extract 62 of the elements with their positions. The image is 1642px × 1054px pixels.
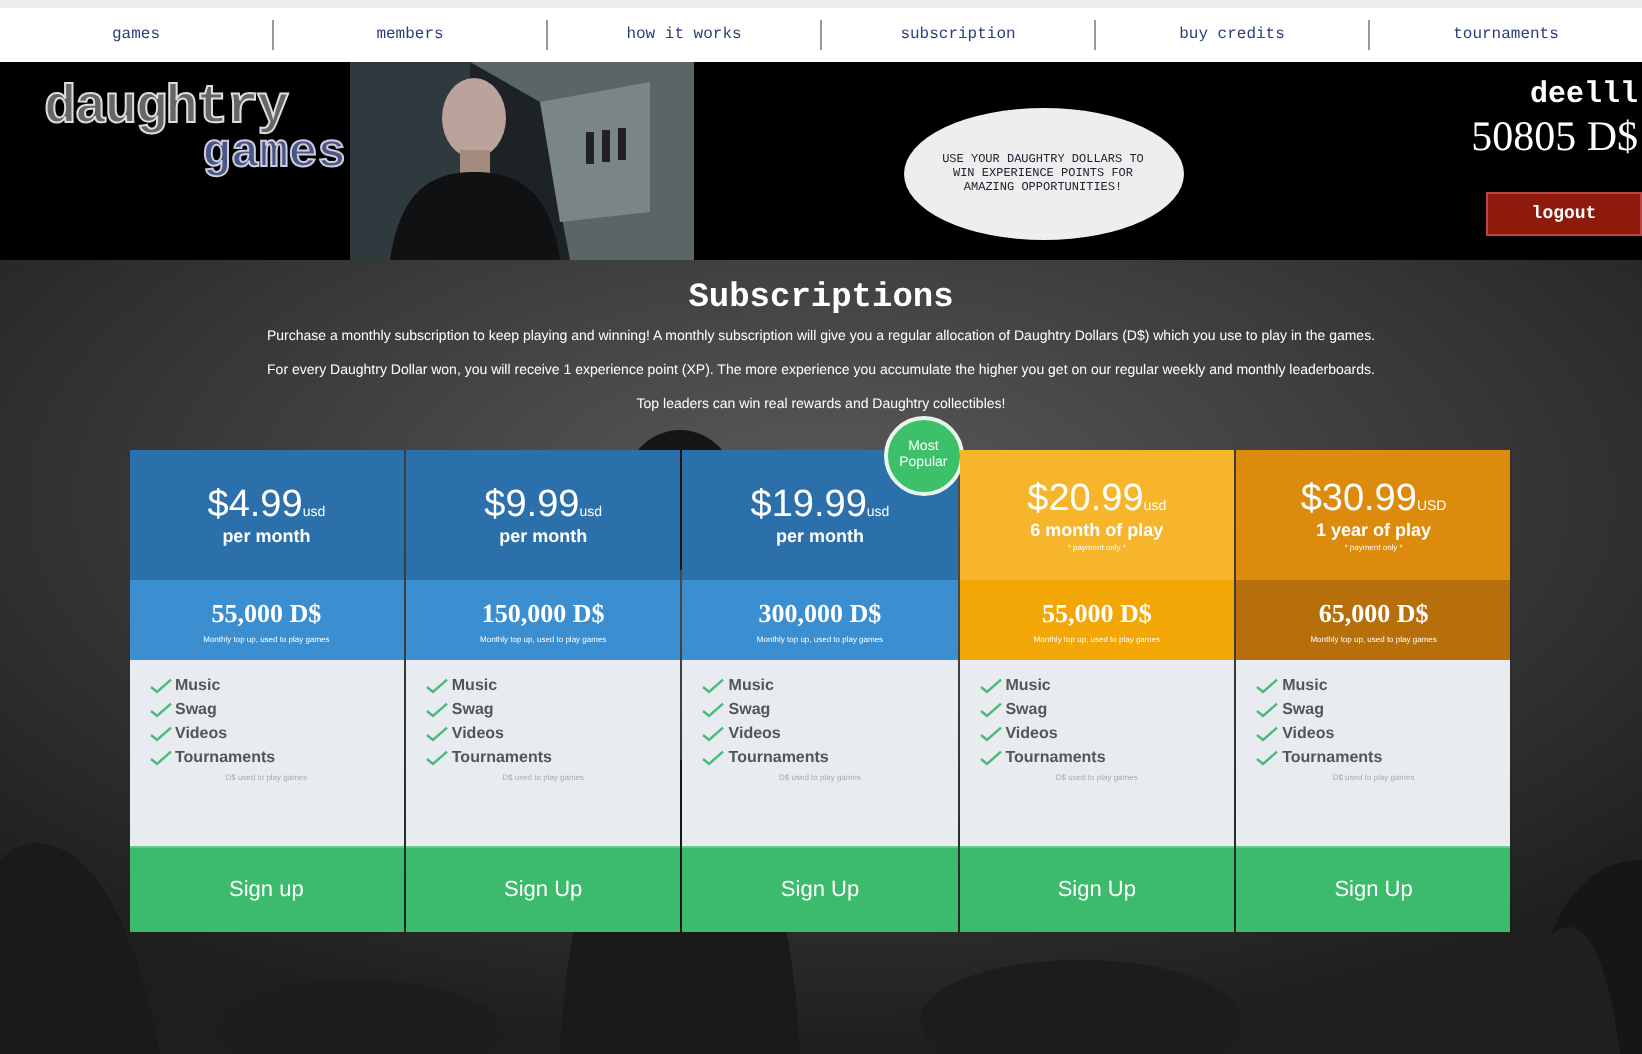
logo-text: games xyxy=(201,134,346,178)
logo-text: daughtry xyxy=(44,86,290,134)
feature-label: Music xyxy=(451,676,498,694)
check-icon xyxy=(149,749,171,765)
plan-credits: 300,000 D$ xyxy=(758,597,882,629)
feature-label: Tournaments xyxy=(175,748,276,766)
feature-label: Tournaments xyxy=(451,748,552,766)
feature-label: Videos xyxy=(728,724,781,742)
feature-label: Videos xyxy=(175,724,228,742)
feature-label: Swag xyxy=(175,700,217,718)
nav-link[interactable]: buy credits xyxy=(1096,26,1368,44)
feature-label: Swag xyxy=(1282,700,1324,718)
check-icon xyxy=(702,725,725,741)
feature-label: Music xyxy=(1282,676,1328,694)
plan-credits: 55,000 D$ xyxy=(211,597,322,629)
check-icon xyxy=(979,749,1002,765)
check-icon xyxy=(425,725,448,741)
check-icon xyxy=(702,749,725,765)
check-icon xyxy=(149,701,171,717)
check-icon xyxy=(1256,749,1279,765)
plan-period: per month xyxy=(775,528,864,546)
page-title: Subscriptions xyxy=(688,280,954,318)
feature-label: Tournaments xyxy=(1005,748,1106,766)
logout-button[interactable]: logout xyxy=(1486,192,1642,236)
check-icon xyxy=(702,677,725,693)
nav-link[interactable]: subscription xyxy=(822,26,1094,44)
nav-link[interactable]: how it works xyxy=(548,26,820,44)
balance: 50805 D$ xyxy=(1471,112,1640,162)
feature-label: Music xyxy=(728,676,774,694)
check-icon xyxy=(979,677,1002,693)
feature-label: Swag xyxy=(728,700,771,718)
check-icon xyxy=(149,725,171,741)
feature-label: Videos xyxy=(1005,724,1058,742)
feature-label: Videos xyxy=(451,724,504,742)
feature-label: Swag xyxy=(451,700,494,718)
nav-link[interactable]: tournaments xyxy=(1370,26,1642,44)
feature-label: Videos xyxy=(1282,724,1335,742)
feature-label: Swag xyxy=(1005,700,1048,718)
plan-credits: 150,000 D$ xyxy=(481,597,605,629)
check-icon xyxy=(1256,701,1279,717)
check-icon xyxy=(702,701,725,717)
feature-label: Music xyxy=(175,676,221,694)
plan-period: per month xyxy=(222,528,311,546)
feature-label: Tournaments xyxy=(1282,748,1383,766)
nav-link[interactable]: games xyxy=(0,26,272,44)
plan-period: 1 year of play xyxy=(1316,522,1432,540)
check-icon xyxy=(979,701,1002,717)
check-icon xyxy=(425,701,448,717)
username: deelll xyxy=(1529,78,1640,112)
nav-link[interactable]: members xyxy=(274,26,546,44)
plan-period: per month xyxy=(499,528,588,546)
check-icon xyxy=(149,677,171,693)
feature-label: Music xyxy=(1005,676,1051,694)
plan-credits: 65,000 D$ xyxy=(1318,597,1429,629)
plan-credits: 55,000 D$ xyxy=(1041,597,1152,629)
check-icon xyxy=(1256,677,1279,693)
check-icon xyxy=(1256,725,1279,741)
feature-label: Tournaments xyxy=(728,748,829,766)
check-icon xyxy=(425,749,448,765)
check-icon xyxy=(979,725,1002,741)
plan-period: 6 month of play xyxy=(1030,522,1164,540)
check-icon xyxy=(425,677,448,693)
